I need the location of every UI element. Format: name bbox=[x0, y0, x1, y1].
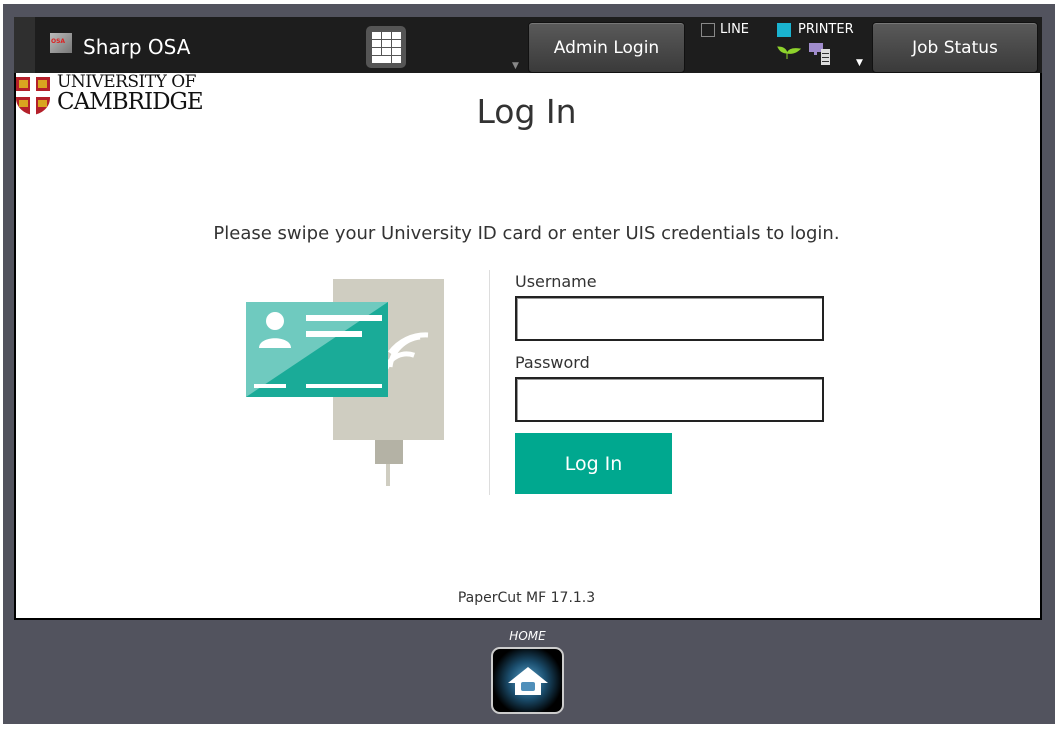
home-button[interactable] bbox=[491, 647, 564, 714]
dropdown-arrow-icon[interactable]: ▼ bbox=[512, 61, 519, 71]
top-bar-edge bbox=[14, 17, 35, 73]
keypad-icon[interactable] bbox=[366, 26, 406, 68]
login-button[interactable]: Log In bbox=[515, 433, 672, 494]
username-input[interactable] bbox=[515, 296, 824, 341]
content-area bbox=[14, 73, 1042, 620]
line-checkbox[interactable] bbox=[701, 23, 715, 37]
divider bbox=[489, 270, 490, 495]
job-status-button[interactable]: Job Status bbox=[872, 22, 1038, 73]
password-input[interactable] bbox=[515, 377, 824, 422]
home-icon bbox=[507, 666, 548, 695]
card-reader-illustration bbox=[240, 275, 450, 490]
printer-status-icon bbox=[808, 42, 832, 66]
printer-label: PRINTER bbox=[798, 22, 854, 37]
line-label: LINE bbox=[720, 22, 750, 37]
version-footer: PaperCut MF 17.1.3 bbox=[457, 590, 596, 606]
app-title: Sharp OSA bbox=[83, 35, 191, 59]
eco-sprout-icon bbox=[777, 44, 802, 60]
printer-checkbox[interactable] bbox=[777, 23, 791, 37]
admin-login-button[interactable]: Admin Login bbox=[528, 22, 685, 73]
instruction-text: Please swipe your University ID card or … bbox=[213, 223, 840, 244]
username-label: Username bbox=[515, 272, 597, 291]
password-label: Password bbox=[515, 353, 590, 372]
home-label: HOME bbox=[509, 629, 546, 643]
page-title: Log In bbox=[476, 92, 577, 131]
status-dropdown-icon[interactable]: ▼ bbox=[856, 58, 863, 68]
osa-icon: OSA bbox=[50, 33, 72, 53]
